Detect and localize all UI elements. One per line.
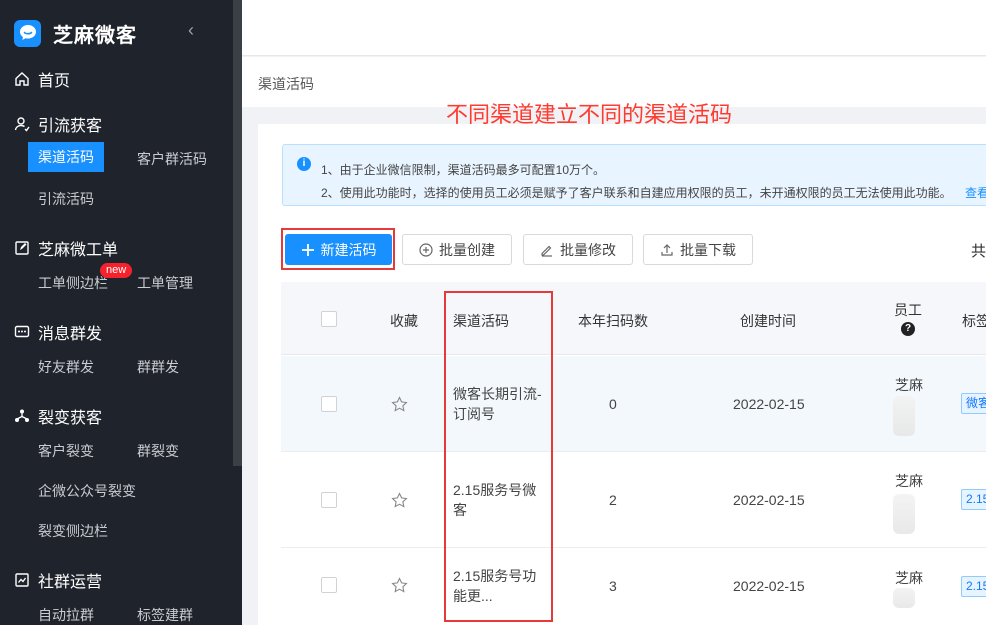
- chart-box-icon: [14, 572, 30, 588]
- row-checkbox[interactable]: [321, 577, 337, 593]
- edit-doc-icon: [14, 240, 30, 256]
- total-count-text: 共: [971, 243, 986, 260]
- employee-name: 芝麻: [895, 570, 923, 586]
- sidebar-item-fission-sidebar[interactable]: 裂变侧边栏: [38, 521, 108, 541]
- created-time: 2022-02-15: [733, 396, 805, 412]
- user-icon: [14, 116, 30, 132]
- star-icon[interactable]: [391, 577, 408, 594]
- brand[interactable]: 芝麻微客: [14, 18, 137, 48]
- topbar: [242, 0, 986, 56]
- scan-count: 0: [609, 396, 617, 412]
- tag-badge: 2.15: [961, 489, 986, 510]
- batch-edit-label: 批量修改: [560, 241, 616, 258]
- menu-group-label: 芝麻微工单: [38, 242, 119, 259]
- row-checkbox[interactable]: [321, 492, 337, 508]
- sidebar-item-traffic-code[interactable]: 引流活码: [38, 189, 94, 209]
- sidebar-item-channel-code[interactable]: 渠道活码: [28, 142, 104, 172]
- batch-download-label: 批量下载: [680, 241, 736, 258]
- employee-name: 芝麻: [895, 473, 923, 489]
- sidebar-item-workorder-sidebar[interactable]: 工单侧边栏: [38, 273, 108, 293]
- annotation-text: 不同渠道建立不同的渠道活码: [446, 102, 733, 127]
- menu-group-community[interactable]: 社群运营: [14, 568, 102, 592]
- th-scan-count: 本年扫码数: [578, 313, 648, 329]
- menu-group-fission[interactable]: 裂变获客: [14, 404, 102, 428]
- star-icon[interactable]: [391, 492, 408, 509]
- sidebar-item-group-broadcast[interactable]: 群群发: [137, 357, 179, 377]
- info-icon: i: [297, 157, 311, 171]
- sidebar-item-group-fission[interactable]: 群裂变: [137, 441, 179, 461]
- row-checkbox[interactable]: [321, 396, 337, 412]
- menu-group-workorder[interactable]: 芝麻微工单: [14, 236, 118, 260]
- chevron-left-icon[interactable]: ‹: [188, 20, 194, 41]
- star-icon[interactable]: [391, 396, 408, 413]
- tag-badge: 2.15: [961, 576, 986, 597]
- batch-create-button[interactable]: 批量创建: [402, 234, 512, 265]
- home-icon: [14, 71, 30, 87]
- sidebar-item-customer-fission[interactable]: 客户裂变: [38, 441, 94, 461]
- avatar: [893, 494, 915, 534]
- sidebar-item-friend-broadcast[interactable]: 好友群发: [38, 357, 94, 377]
- th-created-time: 创建时间: [740, 313, 796, 329]
- select-all-checkbox[interactable]: [321, 311, 337, 327]
- table-row[interactable]: 2.15服务号微客 2 2022-02-15 芝麻 2.15: [281, 452, 986, 548]
- sidebar-item-auto-group[interactable]: 自动拉群: [38, 605, 94, 625]
- employee-name: 芝麻: [895, 377, 923, 393]
- menu-home[interactable]: 首页: [14, 67, 70, 91]
- sidebar-item-workorder-manage[interactable]: 工单管理: [137, 273, 193, 293]
- created-time: 2022-02-15: [733, 578, 805, 594]
- batch-edit-button[interactable]: 批量修改: [523, 234, 633, 265]
- message-icon: [14, 324, 30, 340]
- brand-logo-icon: [14, 19, 41, 47]
- menu-home-label: 首页: [38, 73, 71, 90]
- scan-count: 2: [609, 492, 617, 508]
- highlight-box-code-column: [444, 291, 553, 622]
- avatar: [893, 588, 915, 608]
- created-time: 2022-02-15: [733, 492, 805, 508]
- new-badge: new: [100, 263, 133, 278]
- plus-circle-icon: [419, 242, 433, 257]
- menu-group-traffic[interactable]: 引流获客: [14, 112, 102, 136]
- sidebar-scrollbar[interactable]: [233, 0, 242, 466]
- th-favorite: 收藏: [390, 313, 418, 329]
- notice-line-2: 2、使用此功能时，选择的使用员工必须是赋予了客户联系和自建应用权限的员工，未开通…: [321, 186, 952, 200]
- avatar: [893, 396, 915, 436]
- batch-create-label: 批量创建: [439, 241, 495, 258]
- breadcrumb[interactable]: 渠道活码: [258, 74, 314, 94]
- table-row[interactable]: 微客长期引流-订阅号 0 2022-02-15 芝麻 微客: [281, 356, 986, 452]
- menu-group-label: 社群运营: [38, 574, 103, 591]
- notice-view-link[interactable]: 查看: [965, 184, 986, 201]
- th-employee: 员工: [894, 302, 922, 318]
- menu-group-label: 裂变获客: [38, 410, 103, 427]
- upload-icon: [660, 243, 674, 257]
- menu-group-label: 引流获客: [38, 118, 103, 135]
- tag-badge: 微客: [961, 393, 986, 414]
- notice-line-1: 1、由于企业微信限制，渠道活码最多可配置10万个。: [321, 163, 606, 177]
- batch-download-button[interactable]: 批量下载: [643, 234, 753, 265]
- sidebar-item-tag-group[interactable]: 标签建群: [137, 605, 193, 625]
- pencil-icon: [540, 243, 554, 257]
- menu-group-broadcast[interactable]: 消息群发: [14, 320, 102, 344]
- table-header: 收藏 渠道活码 本年扫码数 创建时间 员工 ? 标签: [281, 282, 986, 355]
- sidebar-item-wecom-oa-fission[interactable]: 企微公众号裂变: [38, 481, 136, 501]
- sidebar: 芝麻微客 ‹ 首页 引流获客 渠道活码 客户群活码 引流活码 芝麻微工单 工单侧…: [0, 0, 242, 625]
- help-icon[interactable]: ?: [901, 322, 915, 336]
- notice-banner: i 1、由于企业微信限制，渠道活码最多可配置10万个。 2、使用此功能时，选择的…: [282, 144, 986, 206]
- table-row[interactable]: 2.15服务号功能更... 3 2022-02-15 芝麻 2.15: [281, 548, 986, 608]
- th-tags: 标签: [962, 313, 986, 329]
- fission-icon: [14, 408, 30, 424]
- menu-group-label: 消息群发: [38, 326, 103, 343]
- highlight-box-new-button: [281, 228, 395, 270]
- sidebar-item-group-code[interactable]: 客户群活码: [137, 149, 207, 169]
- scan-count: 3: [609, 578, 617, 594]
- brand-name: 芝麻微客: [53, 24, 137, 47]
